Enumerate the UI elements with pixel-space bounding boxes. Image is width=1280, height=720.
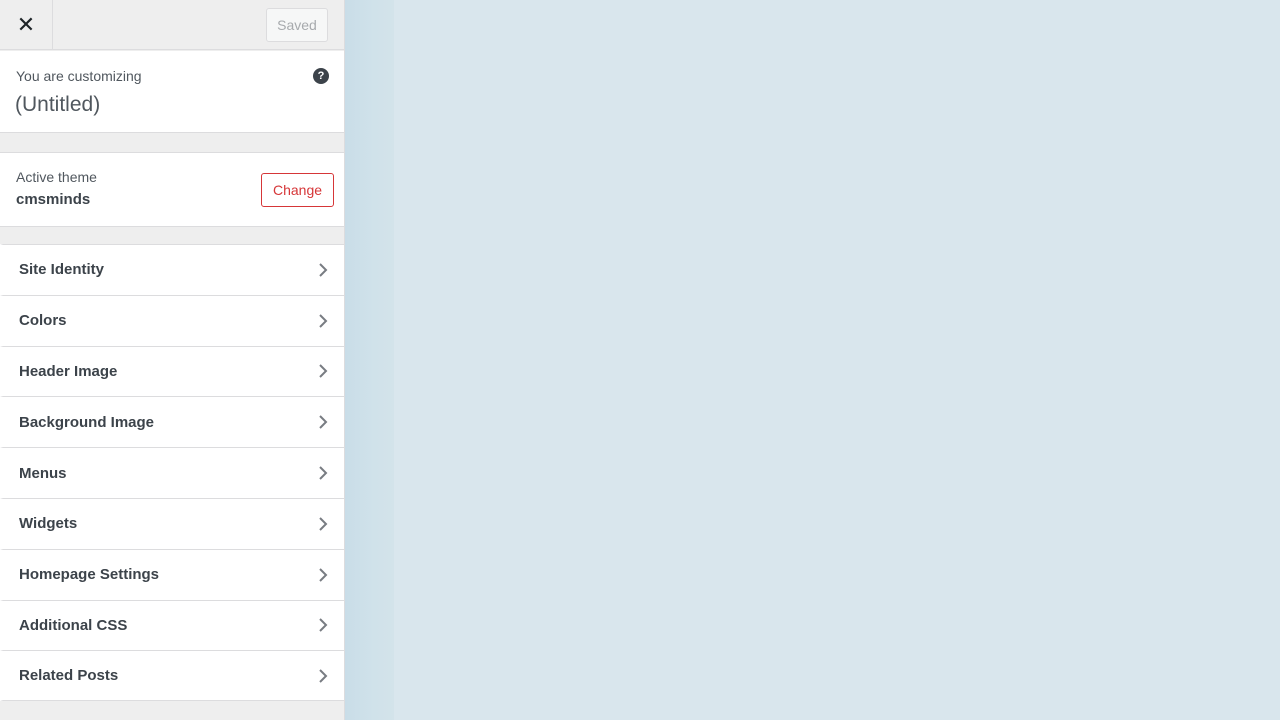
section-item-colors[interactable]: Colors bbox=[0, 294, 344, 346]
customizing-pre-title: You are customizing bbox=[16, 68, 142, 84]
customizer-sections-list: Site Identity Colors Header Image Backgr… bbox=[0, 244, 344, 702]
active-theme-name: cmsminds bbox=[16, 191, 91, 208]
site-preview[interactable] bbox=[394, 0, 1280, 720]
close-button[interactable]: ✕ bbox=[0, 0, 53, 50]
section-label: Widgets bbox=[19, 515, 78, 533]
section-item-homepage-settings[interactable]: Homepage Settings bbox=[0, 548, 344, 600]
section-item-background-image[interactable]: Background Image bbox=[0, 396, 344, 448]
section-item-additional-css[interactable]: Additional CSS bbox=[0, 599, 344, 651]
section-item-related-posts[interactable]: Related Posts bbox=[0, 650, 344, 702]
section-label: Menus bbox=[19, 464, 67, 482]
section-item-widgets[interactable]: Widgets bbox=[0, 497, 344, 549]
active-theme-panel: Active theme cmsminds Change bbox=[0, 152, 344, 227]
section-label: Background Image bbox=[19, 413, 155, 431]
preview-edge bbox=[345, 0, 394, 720]
help-icon[interactable]: ? bbox=[313, 68, 329, 84]
customizer-header: ✕ Saved bbox=[0, 0, 344, 50]
section-item-menus[interactable]: Menus bbox=[0, 447, 344, 498]
chevron-right-icon bbox=[319, 567, 328, 582]
customize-info: You are customizing (Untitled) ? bbox=[0, 51, 344, 133]
section-label: Additional CSS bbox=[19, 616, 128, 634]
chevron-right-icon bbox=[319, 313, 328, 328]
chevron-right-icon bbox=[319, 415, 328, 429]
chevron-right-icon bbox=[319, 466, 328, 480]
saved-button[interactable]: Saved bbox=[266, 8, 328, 42]
section-label: Homepage Settings bbox=[19, 566, 160, 584]
section-label: Header Image bbox=[19, 362, 118, 380]
section-label: Colors bbox=[19, 312, 67, 330]
chevron-right-icon bbox=[319, 517, 328, 531]
section-label: Related Posts bbox=[19, 667, 119, 685]
chevron-right-icon bbox=[319, 263, 328, 277]
chevron-right-icon bbox=[319, 669, 328, 683]
site-title: (Untitled) bbox=[15, 93, 101, 116]
chevron-right-icon bbox=[319, 618, 328, 633]
section-label: Site Identity bbox=[19, 261, 105, 279]
chevron-right-icon bbox=[319, 364, 328, 379]
section-item-header-image[interactable]: Header Image bbox=[0, 345, 344, 397]
change-theme-button[interactable]: Change bbox=[261, 173, 334, 207]
customizer-sidebar: ✕ Saved You are customizing (Untitled) ?… bbox=[0, 0, 345, 720]
close-icon: ✕ bbox=[16, 12, 36, 38]
section-item-site-identity[interactable]: Site Identity bbox=[0, 244, 344, 295]
active-theme-label: Active theme bbox=[16, 169, 97, 185]
